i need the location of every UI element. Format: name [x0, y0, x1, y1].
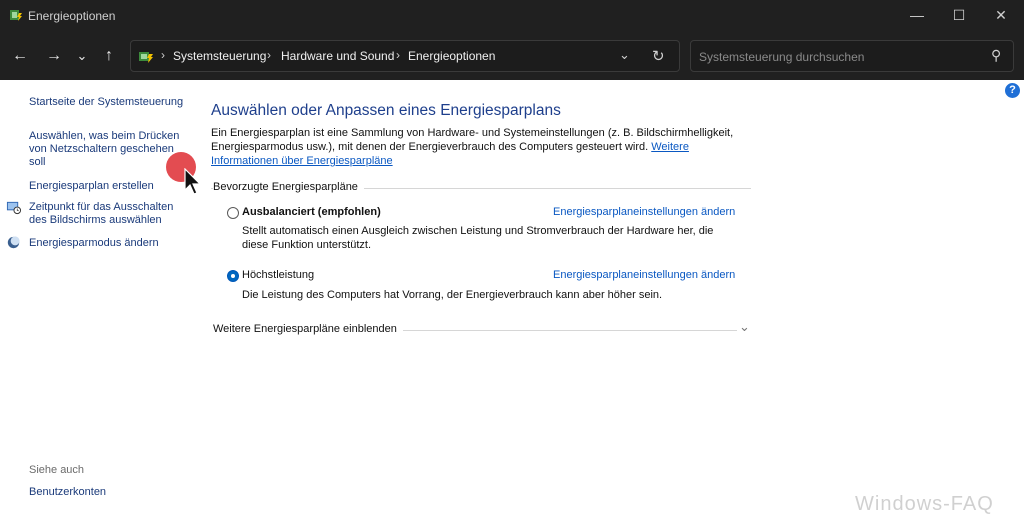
breadcrumb-separator: › [161, 48, 165, 62]
search-box[interactable]: ⚲ [690, 40, 1014, 72]
plan-description-line: Stellt automatisch einen Ausgleich zwisc… [242, 225, 714, 237]
moon-icon [7, 236, 20, 249]
plan-balanced-radio[interactable] [227, 207, 239, 219]
close-button[interactable]: ✕ [978, 0, 1024, 32]
plan-high-performance-radio[interactable] [227, 270, 239, 282]
recent-locations-button[interactable]: ⌄ [70, 44, 94, 68]
navigation-bar: ← → ⌄ ↑ › Systemsteuerung › Hardware und… [0, 32, 1024, 80]
sidebar-link-user-accounts[interactable]: Benutzerkonten [29, 486, 106, 499]
breadcrumb-systemsteuerung[interactable]: Systemsteuerung [173, 49, 266, 63]
sidebar-link-home[interactable]: Startseite der Systemsteuerung [29, 96, 183, 109]
page-description: Ein Energiesparplan ist eine Sammlung vo… [211, 126, 771, 168]
sidebar-link-power-buttons[interactable]: Auswählen, was beim Drücken von Netzscha… [29, 130, 189, 169]
preferred-plans-group: Bevorzugte Energiesparpläne [211, 181, 751, 195]
sidebar-link-display-off[interactable]: Zeitpunkt für das Ausschalten des Bildsc… [29, 201, 189, 227]
address-bar[interactable]: › Systemsteuerung › Hardware und Sound ›… [130, 40, 680, 72]
refresh-icon[interactable]: ↻ [652, 47, 665, 65]
more-info-link[interactable]: Informationen über Energiesparpläne [211, 155, 393, 167]
forward-button[interactable]: → [42, 44, 66, 68]
breadcrumb-separator: › [267, 48, 271, 62]
description-line: Energiesparmodus usw.), mit denen der En… [211, 141, 649, 153]
window-title: Energieoptionen [28, 9, 116, 23]
page-title: Auswählen oder Anpassen eines Energiespa… [211, 102, 561, 119]
more-info-link[interactable]: Weitere [651, 141, 689, 153]
address-dropdown-icon[interactable]: ⌄ [619, 47, 630, 63]
show-more-plans[interactable]: Weitere Energiesparpläne einblenden ⌄ [213, 319, 753, 337]
sidebar-link-create-plan[interactable]: Energiesparplan erstellen [29, 180, 154, 193]
group-title: Bevorzugte Energiesparpläne [213, 181, 364, 193]
breadcrumb-energieoptionen[interactable]: Energieoptionen [408, 49, 495, 63]
description-line: Ein Energiesparplan ist eine Sammlung vo… [211, 127, 734, 139]
show-more-label[interactable]: Weitere Energiesparpläne einblenden [213, 323, 403, 335]
mouse-cursor-icon [184, 168, 202, 195]
breadcrumb-separator: › [396, 48, 400, 62]
plan-high-performance-description: Die Leistung des Computers hat Vorrang, … [242, 289, 663, 301]
up-button[interactable]: ↑ [97, 44, 121, 68]
breadcrumb-hardware-und-sound[interactable]: Hardware und Sound [281, 49, 394, 63]
plan-high-performance-name[interactable]: Höchstleistung [242, 269, 314, 281]
title-bar: Energieoptionen — ☐ ✕ [0, 0, 1024, 32]
plan-high-performance-settings-link[interactable]: Energiesparplaneinstellungen ändern [553, 269, 735, 281]
minimize-button[interactable]: — [894, 0, 940, 32]
search-icon[interactable]: ⚲ [991, 47, 1001, 64]
maximize-button[interactable]: ☐ [936, 0, 982, 32]
watermark: Windows-FAQ [855, 493, 994, 515]
plan-balanced-settings-link[interactable]: Energiesparplaneinstellungen ändern [553, 206, 735, 218]
plan-description-line: diese Funktion unterstützt. [242, 239, 372, 251]
back-button[interactable]: ← [8, 44, 32, 68]
see-also-title: Siehe auch [29, 464, 85, 476]
content-area: Startseite der Systemsteuerung Auswählen… [0, 80, 1024, 518]
monitor-clock-icon [6, 201, 21, 215]
control-panel-icon [139, 52, 153, 63]
plan-balanced-name[interactable]: Ausbalanciert (empfohlen) [242, 206, 381, 218]
power-options-icon [10, 10, 22, 21]
chevron-down-icon[interactable]: ⌄ [739, 319, 750, 335]
sidebar-link-sleep[interactable]: Energiesparmodus ändern [29, 237, 159, 250]
plan-balanced-description: Stellt automatisch einen Ausgleich zwisc… [242, 224, 742, 252]
help-icon[interactable]: ? [1005, 83, 1020, 98]
search-input[interactable] [697, 46, 981, 68]
